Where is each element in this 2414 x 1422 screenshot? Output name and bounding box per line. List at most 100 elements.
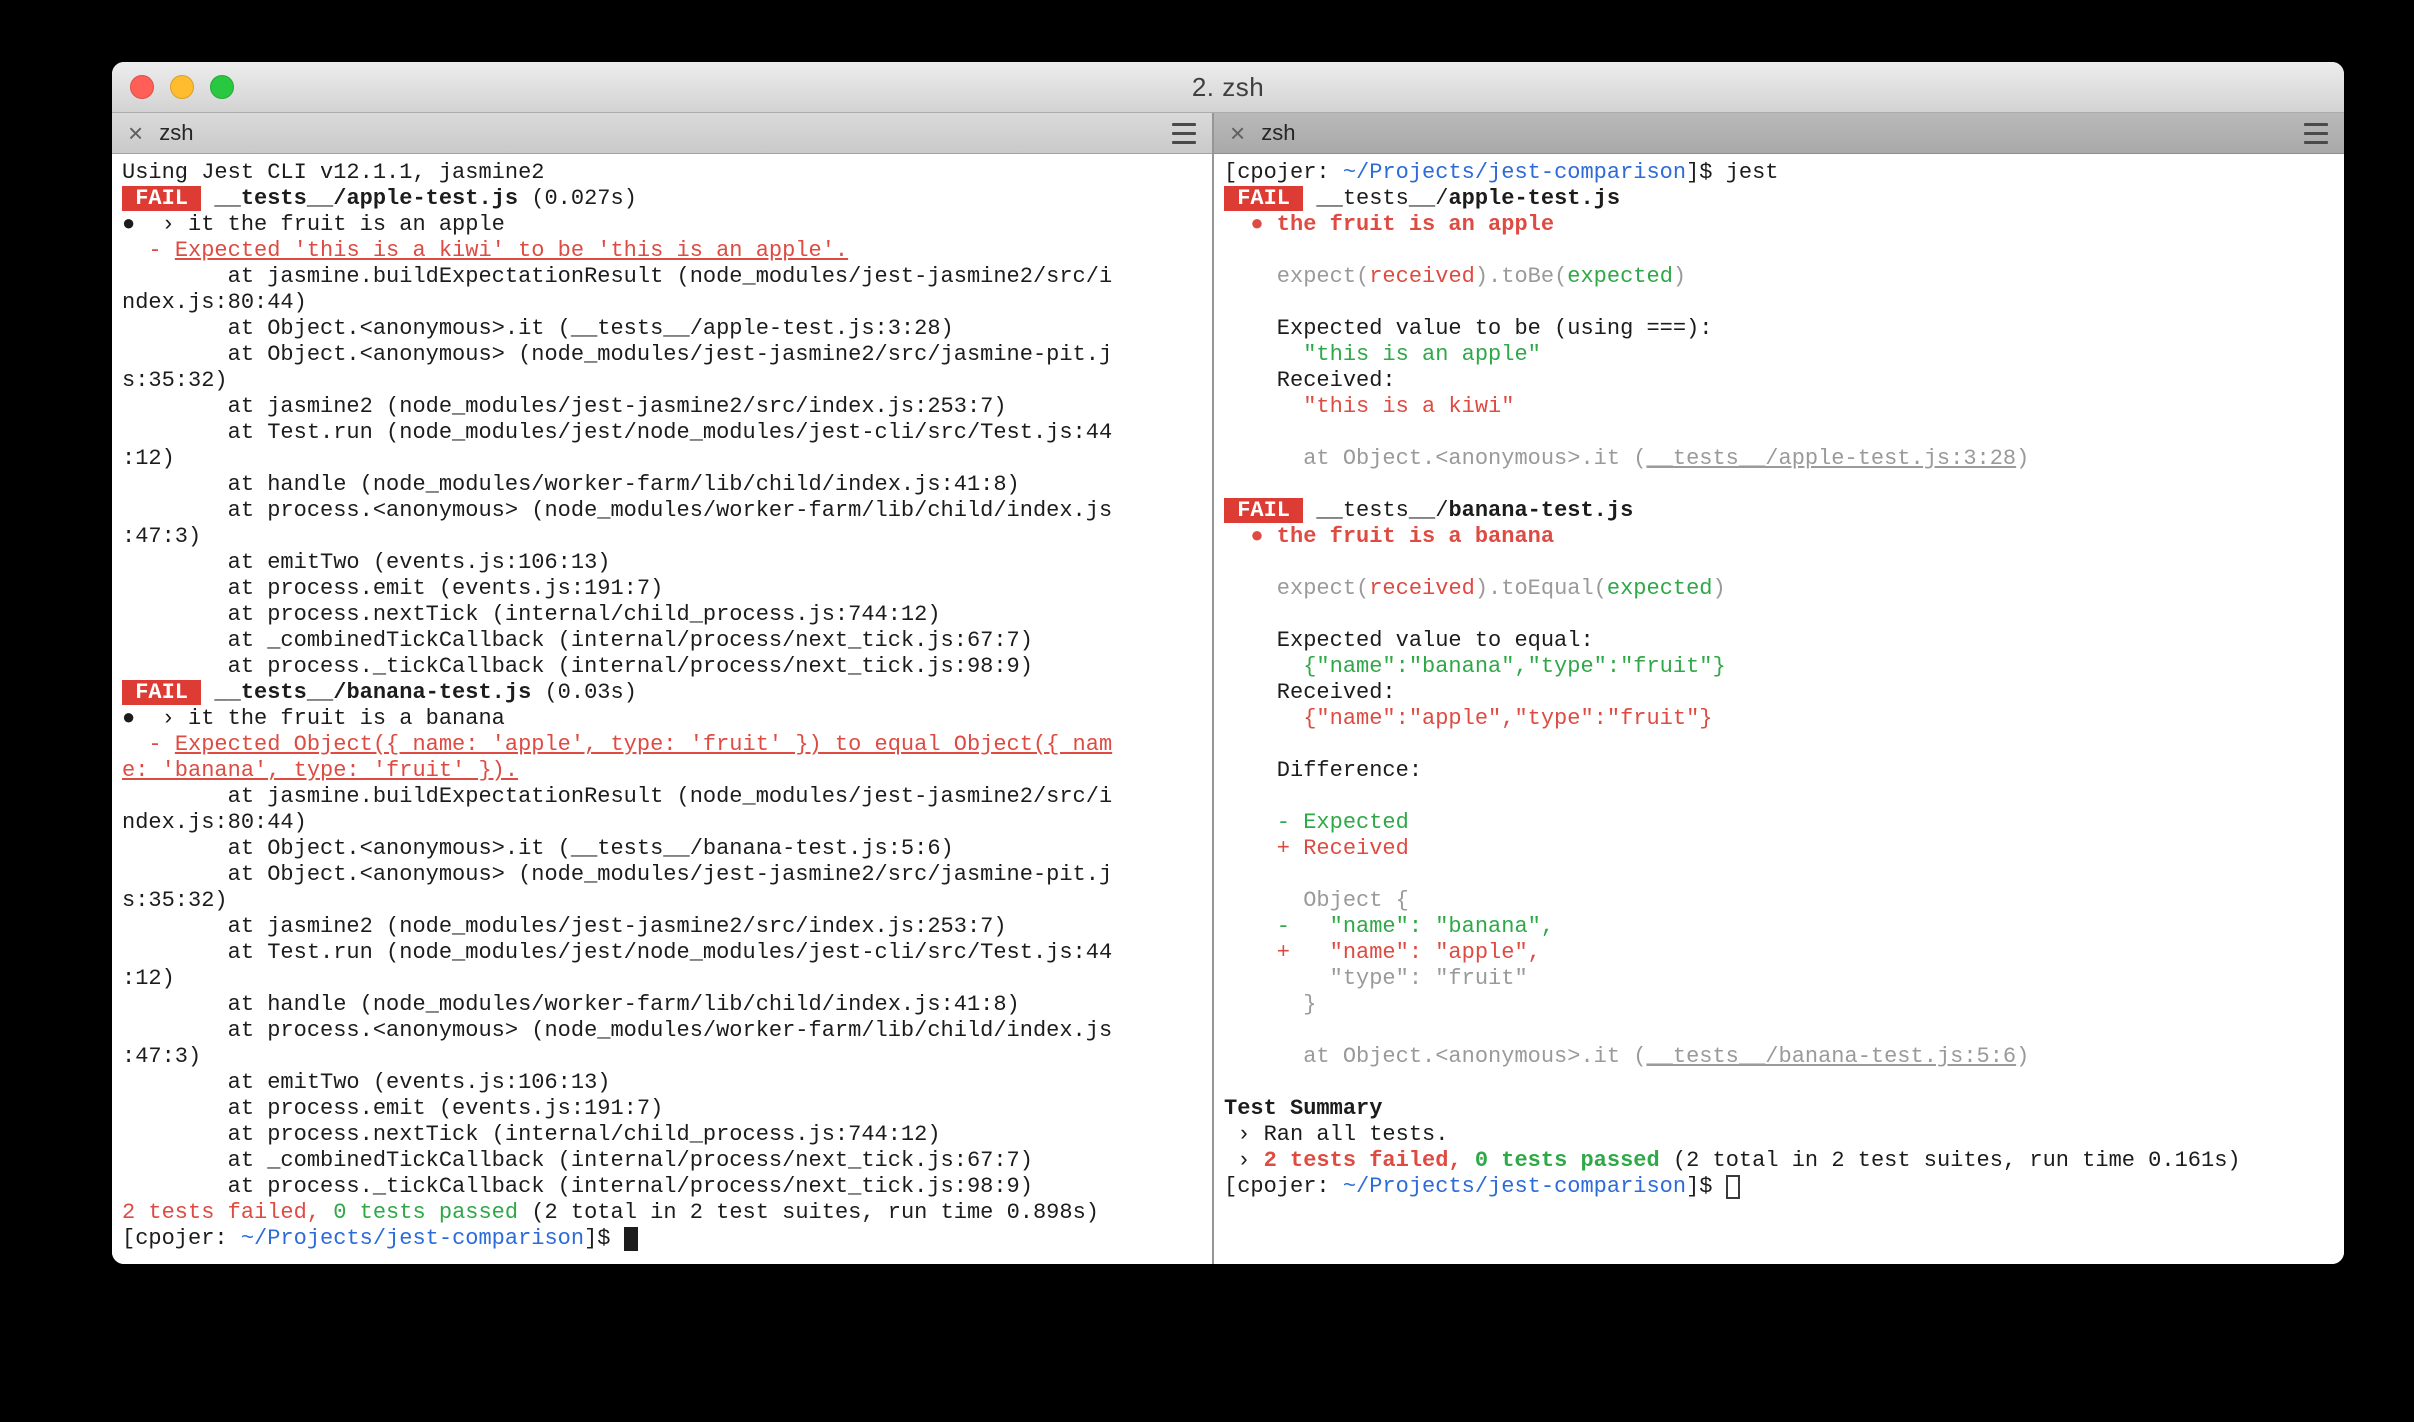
terminal-line: at emitTwo (events.js:106:13) xyxy=(122,1070,1202,1096)
terminal-text-segment: [cpojer: xyxy=(122,1226,241,1251)
fail-badge: FAIL xyxy=(1224,186,1304,211)
left-pane-titlebar[interactable]: × zsh xyxy=(112,113,1212,154)
terminal-line: ● the fruit is an apple xyxy=(1224,212,2334,238)
left-terminal-output[interactable]: Using Jest CLI v12.1.1, jasmine2 FAIL __… xyxy=(112,154,1212,1264)
terminal-line: :47:3) xyxy=(122,1044,1202,1070)
terminal-text-segment: › xyxy=(1224,1148,1264,1173)
terminal-line: at jasmine.buildExpectationResult (node_… xyxy=(122,264,1202,290)
terminal-text-segment: at process.emit (events.js:191:7) xyxy=(122,576,664,601)
terminal-line: {"name":"banana","type":"fruit"} xyxy=(1224,654,2334,680)
terminal-text-segment: } xyxy=(1224,992,1317,1017)
terminal-line: "type": "fruit" xyxy=(1224,966,2334,992)
terminal-line: at process.nextTick (internal/child_proc… xyxy=(122,602,1202,628)
terminal-line: - Expected xyxy=(1224,810,2334,836)
terminal-text-segment: Expected value to be (using ===): xyxy=(1224,316,1713,341)
minimize-window-button[interactable] xyxy=(170,75,194,99)
terminal-text-segment: "this is an apple" xyxy=(1224,342,1541,367)
terminal-line: at Object.<anonymous> (node_modules/jest… xyxy=(122,342,1202,368)
terminal-text-segment: + "name": "apple", xyxy=(1224,940,1541,965)
terminal-text-segment: ● › it the fruit is a banana xyxy=(122,706,505,731)
terminal-line: [cpojer: ~/Projects/jest-comparison]$ xyxy=(122,1226,1202,1252)
terminal-line: {"name":"apple","type":"fruit"} xyxy=(1224,706,2334,732)
terminal-cursor xyxy=(623,1227,638,1251)
terminal-text-segment: :12) xyxy=(122,966,175,991)
terminal-line: ● › it the fruit is a banana xyxy=(122,706,1202,732)
terminal-window: 2. zsh × zsh Using Jest CLI v12.1.1, jas… xyxy=(112,62,2344,1264)
terminal-line: at jasmine.buildExpectationResult (node_… xyxy=(122,784,1202,810)
terminal-text-segment: - xyxy=(122,238,175,263)
fail-badge: FAIL xyxy=(1224,498,1304,523)
pane-title: zsh xyxy=(159,120,194,145)
terminal-line: } xyxy=(1224,992,2334,1018)
terminal-text-segment: at process.<anonymous> (node_modules/wor… xyxy=(122,1018,1113,1043)
terminal-line: at process._tickCallback (internal/proce… xyxy=(122,654,1202,680)
terminal-text-segment: at process.nextTick (internal/child_proc… xyxy=(122,602,941,627)
terminal-line: - Expected 'this is a kiwi' to be 'this … xyxy=(122,238,1202,264)
window-titlebar[interactable]: 2. zsh xyxy=(112,62,2344,113)
terminal-line: › Ran all tests. xyxy=(1224,1122,2334,1148)
terminal-text-segment: 2 tests failed, xyxy=(1263,1148,1462,1173)
terminal-text-segment: ~/Projects/jest-comparison xyxy=(1342,1174,1687,1199)
terminal-text-segment: expect( xyxy=(1224,576,1370,601)
right-pane: × zsh [cpojer: ~/Projects/jest-compariso… xyxy=(1212,113,2344,1264)
terminal-text-segment: at Test.run (node_modules/jest/node_modu… xyxy=(122,420,1113,445)
terminal-text-segment: ● the fruit is a banana xyxy=(1224,524,1555,549)
terminal-text-segment: expected xyxy=(1567,264,1673,289)
terminal-line: + "name": "apple", xyxy=(1224,940,2334,966)
terminal-text-segment: ~/Projects/jest-comparison xyxy=(1342,160,1687,185)
terminal-text-segment: + Received xyxy=(1224,836,1409,861)
zoom-window-button[interactable] xyxy=(210,75,234,99)
hamburger-menu-icon[interactable] xyxy=(1172,120,1196,147)
fail-badge: FAIL xyxy=(122,680,202,705)
right-terminal-output[interactable]: [cpojer: ~/Projects/jest-comparison]$ je… xyxy=(1214,154,2344,1264)
terminal-text-segment: at Object.<anonymous>.it (__tests__/appl… xyxy=(122,316,954,341)
terminal-text-segment: (0.03s) xyxy=(531,680,637,705)
terminal-line: at Object.<anonymous>.it (__tests__/appl… xyxy=(1224,446,2334,472)
terminal-text-segment: {"name":"banana","type":"fruit"} xyxy=(1224,654,1726,679)
terminal-line: Received: xyxy=(1224,680,2334,706)
terminal-text-segment: - xyxy=(122,732,175,757)
window-title: 2. zsh xyxy=(1191,71,1265,102)
terminal-text-segment: :47:3) xyxy=(122,1044,202,1069)
terminal-text-segment: received xyxy=(1369,576,1475,601)
close-pane-icon[interactable]: × xyxy=(128,120,143,146)
split-panes: × zsh Using Jest CLI v12.1.1, jasmine2 F… xyxy=(112,113,2344,1264)
close-pane-icon[interactable]: × xyxy=(1230,120,1245,146)
terminal-line: at process._tickCallback (internal/proce… xyxy=(122,1174,1202,1200)
terminal-text-segment: at _combinedTickCallback (internal/proce… xyxy=(122,1148,1033,1173)
terminal-text-segment: at process.nextTick (internal/child_proc… xyxy=(122,1122,941,1147)
terminal-text-segment: "this is a kiwi" xyxy=(1224,394,1515,419)
terminal-text-segment: at process.<anonymous> (node_modules/wor… xyxy=(122,498,1113,523)
terminal-line: at process.<anonymous> (node_modules/wor… xyxy=(122,1018,1202,1044)
terminal-text-segment: ndex.js:80:44) xyxy=(122,810,307,835)
hamburger-menu-icon[interactable] xyxy=(2304,120,2328,147)
terminal-text-segment: (2 total in 2 test suites, run time 0.16… xyxy=(1659,1148,2241,1173)
right-pane-titlebar[interactable]: × zsh xyxy=(1214,113,2344,154)
terminal-text-segment: - "name": "banana", xyxy=(1224,914,1555,939)
terminal-text-segment: Expected 'this is a kiwi' to be 'this is… xyxy=(174,238,849,263)
terminal-text-segment: ]$ xyxy=(584,1226,624,1251)
close-window-button[interactable] xyxy=(130,75,154,99)
terminal-line: at handle (node_modules/worker-farm/lib/… xyxy=(122,992,1202,1018)
terminal-line: Test Summary xyxy=(1224,1096,2334,1122)
terminal-text-segment: ]$ xyxy=(1686,1174,1726,1199)
terminal-text-segment: :12) xyxy=(122,446,175,471)
terminal-line: at jasmine2 (node_modules/jest-jasmine2/… xyxy=(122,914,1202,940)
terminal-text-segment: ).toBe( xyxy=(1474,264,1568,289)
terminal-line: FAIL __tests__/apple-test.js xyxy=(1224,186,2334,212)
terminal-line: at Test.run (node_modules/jest/node_modu… xyxy=(122,420,1202,446)
terminal-text-segment: ) xyxy=(1672,264,1687,289)
terminal-line: "this is a kiwi" xyxy=(1224,394,2334,420)
terminal-text-segment: at handle (node_modules/worker-farm/lib/… xyxy=(122,992,1020,1017)
terminal-text-segment: banana-test.js xyxy=(1448,498,1634,523)
terminal-line: FAIL __tests__/banana-test.js (0.03s) xyxy=(122,680,1202,706)
terminal-text-segment: (0.027s) xyxy=(518,186,637,211)
terminal-text-segment: at handle (node_modules/worker-farm/lib/… xyxy=(122,472,1020,497)
